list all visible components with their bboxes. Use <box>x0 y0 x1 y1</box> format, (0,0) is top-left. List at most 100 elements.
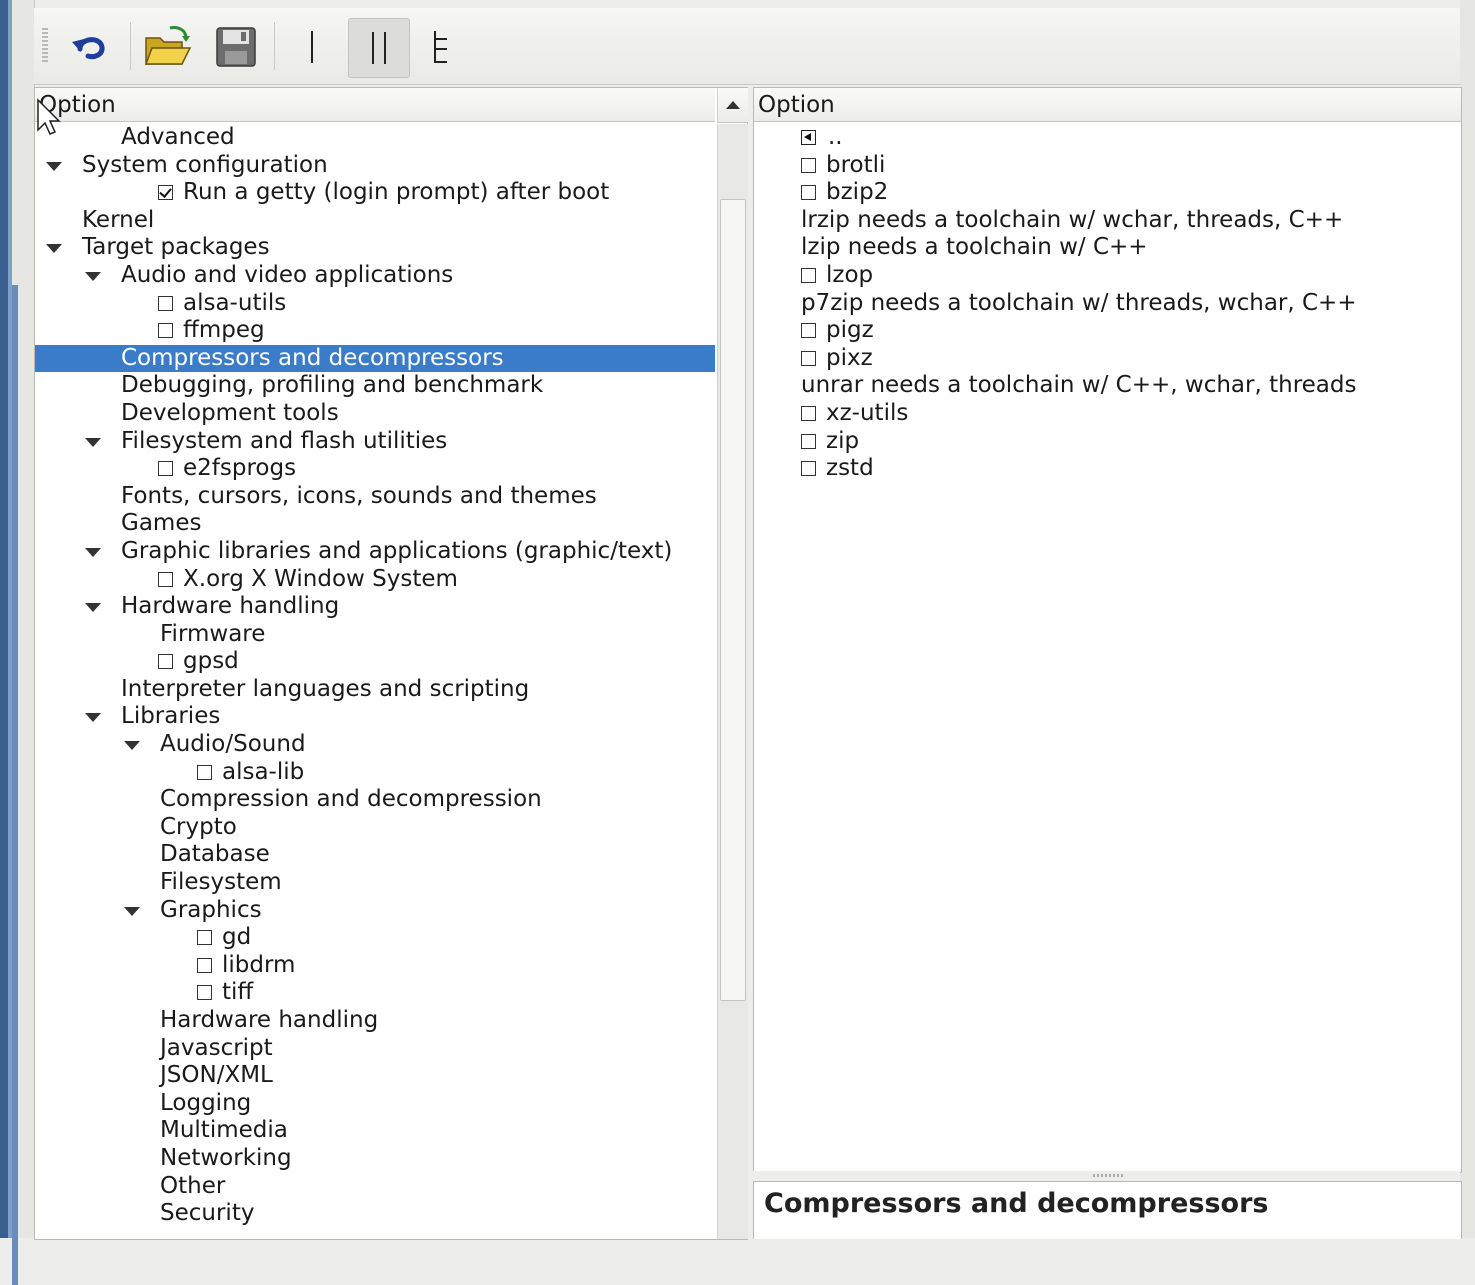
tree-item[interactable]: Audio and video applications <box>35 262 715 290</box>
parent-menu-icon[interactable] <box>801 130 816 145</box>
tree-item[interactable]: X.org X Window System <box>35 566 715 594</box>
tree-item[interactable]: Fonts, cursors, icons, sounds and themes <box>35 483 715 511</box>
tree-item[interactable]: Kernel <box>35 207 715 235</box>
list-item[interactable]: lzop <box>754 262 1461 290</box>
tree-item[interactable]: Crypto <box>35 814 715 842</box>
split-view-button[interactable] <box>348 18 410 78</box>
tree-item[interactable]: ffmpeg <box>35 317 715 345</box>
tree-item[interactable]: Filesystem and flash utilities <box>35 428 715 456</box>
tree-item[interactable]: Graphic libraries and applications (grap… <box>35 538 715 566</box>
checkbox[interactable] <box>801 323 816 339</box>
checkbox[interactable] <box>158 571 173 587</box>
toolbar-grip[interactable] <box>42 28 48 64</box>
full-tree-view-button[interactable] <box>412 18 472 76</box>
expand-arrow-icon[interactable] <box>124 741 140 751</box>
tree-item-label: Games <box>121 510 202 537</box>
tree-item[interactable]: Logging <box>35 1090 715 1118</box>
tree-item[interactable]: Compression and decompression <box>35 786 715 814</box>
list-item[interactable]: xz-utils <box>754 400 1461 428</box>
tree-item[interactable]: Run a getty (login prompt) after boot <box>35 179 715 207</box>
list-item[interactable]: pixz <box>754 345 1461 373</box>
tree-item[interactable]: Filesystem <box>35 869 715 897</box>
checkbox[interactable] <box>801 185 816 201</box>
save-button[interactable] <box>206 18 266 76</box>
expand-arrow-icon[interactable] <box>85 547 101 557</box>
panel-splitter[interactable] <box>753 1171 1460 1181</box>
undo-button[interactable] <box>60 18 120 76</box>
list-item-label: lrzip needs a toolchain w/ wchar, thread… <box>801 206 1344 233</box>
tree-item[interactable]: tiff <box>35 979 715 1007</box>
checkbox[interactable] <box>158 323 173 339</box>
expand-arrow-icon[interactable] <box>85 603 101 613</box>
checkbox[interactable] <box>801 267 816 283</box>
tree-item-label: JSON/XML <box>160 1062 273 1089</box>
list-item[interactable]: zip <box>754 428 1461 456</box>
tree-item[interactable]: System configuration <box>35 152 715 180</box>
list-item[interactable]: zstd <box>754 455 1461 483</box>
checkbox-checked[interactable] <box>158 185 173 201</box>
checkbox[interactable] <box>158 295 173 311</box>
checkbox[interactable] <box>197 930 212 946</box>
tree-item[interactable]: Database <box>35 841 715 869</box>
checkbox[interactable] <box>197 985 212 1001</box>
tree-item[interactable]: Target packages <box>35 234 715 262</box>
list-item: unrar needs a toolchain w/ C++, wchar, t… <box>754 372 1461 400</box>
tree-item[interactable]: Development tools <box>35 400 715 428</box>
tree-item[interactable]: Javascript <box>35 1035 715 1063</box>
tree-item[interactable]: e2fsprogs <box>35 455 715 483</box>
checkbox[interactable] <box>801 350 816 366</box>
checkbox[interactable] <box>158 654 173 670</box>
tree-item[interactable]: Games <box>35 510 715 538</box>
column-header-option[interactable]: Option <box>35 88 715 122</box>
tree-item-label: System configuration <box>82 151 328 178</box>
list-item[interactable]: .. <box>754 124 1461 152</box>
checkbox[interactable] <box>197 764 212 780</box>
tree-item[interactable]: libdrm <box>35 952 715 980</box>
tree-item[interactable]: Interpreter languages and scripting <box>35 676 715 704</box>
checkbox[interactable] <box>801 433 816 449</box>
expand-arrow-icon[interactable] <box>85 271 101 281</box>
checkbox[interactable] <box>801 157 816 173</box>
tree-item[interactable]: Libraries <box>35 703 715 731</box>
tree-item[interactable]: JSON/XML <box>35 1062 715 1090</box>
tree-item[interactable]: Firmware <box>35 621 715 649</box>
tree-item-label: Libraries <box>121 703 221 730</box>
column-header-option-right[interactable]: Option <box>754 88 1461 122</box>
expand-arrow-icon[interactable] <box>46 161 62 171</box>
open-button[interactable] <box>138 18 198 76</box>
tree-scrollbar-thumb[interactable] <box>720 199 746 1001</box>
list-item-label: .. <box>828 124 843 150</box>
tree-item[interactable]: alsa-utils <box>35 290 715 318</box>
tree-item[interactable]: Audio/Sound <box>35 731 715 759</box>
tree-item[interactable]: Networking <box>35 1145 715 1173</box>
expand-arrow-icon[interactable] <box>85 713 101 723</box>
tree-item-label: Development tools <box>121 399 339 426</box>
tree-item[interactable]: Debugging, profiling and benchmark <box>35 372 715 400</box>
expand-arrow-icon[interactable] <box>124 906 140 916</box>
tree-item[interactable]: Compressors and decompressors <box>35 344 715 373</box>
tree-item[interactable]: Hardware handling <box>35 1007 715 1035</box>
tree-item[interactable]: Hardware handling <box>35 593 715 621</box>
expand-arrow-icon[interactable] <box>46 244 62 254</box>
scroll-up-button[interactable] <box>717 88 748 123</box>
checkbox[interactable] <box>801 461 816 477</box>
expand-arrow-icon[interactable] <box>85 437 101 447</box>
tree-item[interactable]: Graphics <box>35 897 715 925</box>
checkbox[interactable] <box>197 957 212 973</box>
tree-item[interactable]: Other <box>35 1173 715 1201</box>
checkbox[interactable] <box>158 461 173 477</box>
tree-item[interactable]: gpsd <box>35 648 715 676</box>
tree-item[interactable]: gd <box>35 924 715 952</box>
list-item[interactable]: brotli <box>754 152 1461 180</box>
list-item[interactable]: pigz <box>754 317 1461 345</box>
tree-item[interactable]: alsa-lib <box>35 759 715 787</box>
tree-item[interactable]: Advanced <box>35 124 715 152</box>
tree-item[interactable]: Multimedia <box>35 1117 715 1145</box>
list-item[interactable]: bzip2 <box>754 179 1461 207</box>
tree-scrollbar[interactable] <box>717 124 748 1239</box>
tree-item-label: Javascript <box>160 1034 273 1061</box>
checkbox[interactable] <box>801 405 816 421</box>
tree-item[interactable]: Security <box>35 1200 715 1228</box>
single-view-button[interactable] <box>282 18 342 76</box>
tree-item-label: e2fsprogs <box>183 455 297 482</box>
